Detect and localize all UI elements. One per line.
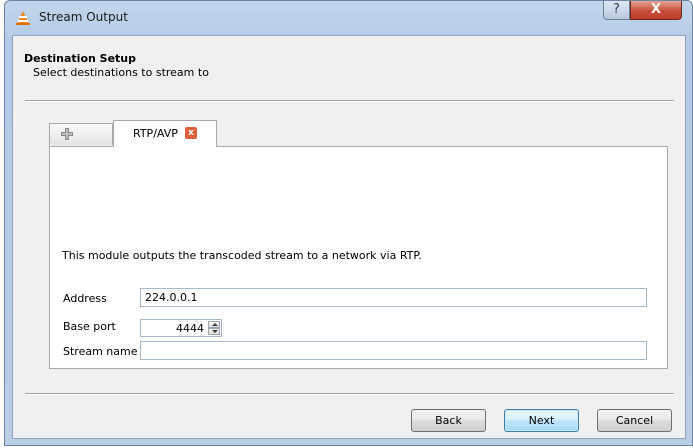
page-subtitle: Select destinations to stream to: [33, 66, 209, 79]
module-description: This module outputs the transcoded strea…: [62, 249, 422, 262]
spin-buttons: [208, 321, 220, 335]
close-tab-icon[interactable]: x: [185, 127, 197, 139]
footer-separator: [25, 393, 674, 395]
cancel-button[interactable]: Cancel: [597, 409, 672, 432]
header-separator: [25, 100, 674, 102]
next-button[interactable]: Next: [504, 409, 579, 432]
vlc-cone-icon: [16, 11, 30, 25]
title-bar[interactable]: Stream Output ? X: [5, 1, 692, 35]
base-port-label: Base port: [63, 320, 116, 333]
plus-icon: [61, 128, 73, 140]
dialog-client-area: Destination Setup Select destinations to…: [12, 35, 686, 439]
back-button[interactable]: Back: [411, 409, 486, 432]
base-port-spinbox[interactable]: 4444: [140, 319, 222, 337]
page-title: Destination Setup: [24, 52, 137, 65]
spin-down-icon[interactable]: [208, 328, 220, 335]
tab-label: RTP/AVP: [133, 127, 178, 140]
wizard-header: Destination Setup Select destinations to…: [13, 36, 685, 102]
spin-up-icon[interactable]: [208, 321, 220, 328]
add-destination-tab[interactable]: [49, 123, 113, 145]
window-title: Stream Output: [39, 10, 128, 24]
stream-name-input[interactable]: [140, 341, 647, 360]
stream-output-window: Stream Output ? X Destination Setup Sele…: [4, 0, 693, 446]
stream-name-label: Stream name: [63, 345, 138, 358]
address-input[interactable]: 224.0.0.1: [140, 288, 647, 307]
close-window-button[interactable]: X: [630, 1, 682, 20]
address-label: Address: [63, 292, 107, 305]
base-port-value: 4444: [176, 322, 204, 335]
tab-rtp-avp[interactable]: RTP/AVP x: [113, 120, 217, 147]
rtp-settings-panel: This module outputs the transcoded strea…: [49, 146, 668, 369]
help-button[interactable]: ?: [603, 1, 630, 20]
